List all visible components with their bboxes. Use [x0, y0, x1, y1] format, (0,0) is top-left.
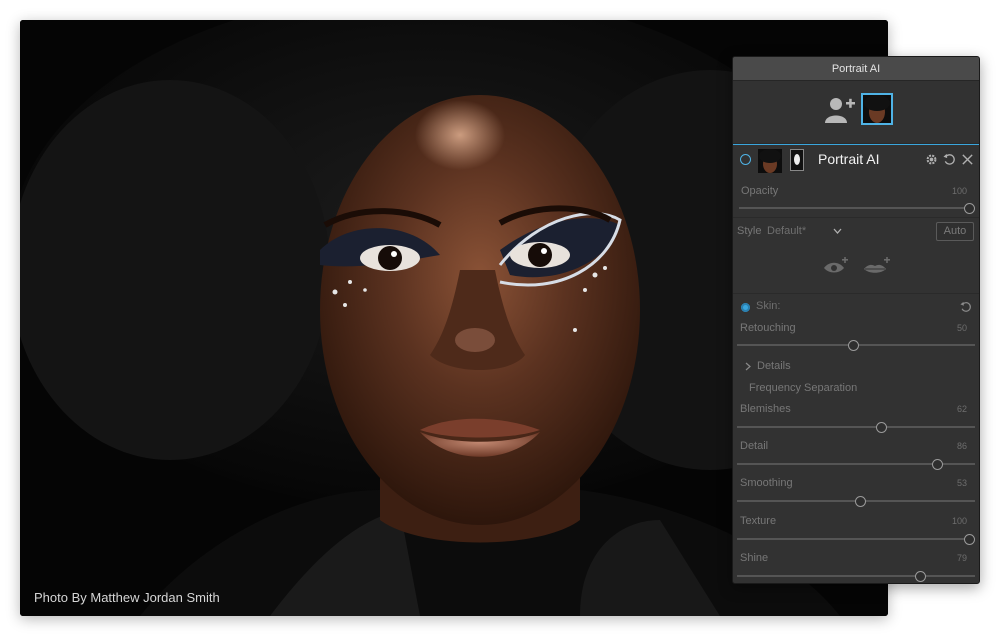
- close-icon[interactable]: [961, 153, 974, 166]
- blemishes-label: Blemishes: [740, 403, 791, 415]
- layer-title: Portrait AI: [818, 151, 880, 167]
- style-label: Style: [737, 225, 762, 237]
- texture-label: Texture: [740, 515, 777, 527]
- retouching-label: Retouching: [740, 322, 796, 334]
- opacity-slider-track[interactable]: [739, 207, 975, 209]
- auto-button[interactable]: Auto: [936, 222, 974, 241]
- panel-title[interactable]: Portrait AI: [733, 57, 979, 81]
- texture-slider-track[interactable]: [737, 538, 975, 540]
- skin-section-label: Skin:: [756, 300, 781, 312]
- frequency-separation-label[interactable]: Frequency Separation: [749, 382, 857, 394]
- portrait-ai-panel: Portrait AI Portrait AI Opacity 100 Styl…: [732, 56, 980, 584]
- detail-value: 86: [956, 441, 967, 451]
- layer-thumbnail[interactable]: [758, 149, 782, 173]
- detail-slider-knob[interactable]: [931, 459, 943, 470]
- face-thumbnail[interactable]: [861, 93, 893, 125]
- reset-icon[interactable]: [943, 153, 956, 166]
- add-person-icon[interactable]: [825, 97, 855, 123]
- smoothing-value: 53: [956, 478, 967, 488]
- retouching-slider-knob[interactable]: [848, 340, 859, 351]
- divider: [733, 293, 979, 294]
- style-select[interactable]: Default*: [767, 225, 806, 237]
- blemishes-slider-knob[interactable]: [875, 422, 887, 433]
- mask-thumbnail[interactable]: [790, 149, 804, 171]
- chevron-right-icon[interactable]: [745, 362, 751, 371]
- opacity-slider-knob[interactable]: [964, 203, 975, 214]
- eye-icon[interactable]: [823, 257, 849, 277]
- retouching-value: 50: [956, 323, 967, 333]
- photo-credit: Photo By Matthew Jordan Smith: [34, 590, 220, 605]
- opacity-value: 100: [951, 186, 967, 196]
- shine-slider-track[interactable]: [737, 575, 975, 577]
- settings-icon[interactable]: [925, 153, 938, 166]
- shine-value: 79: [956, 553, 967, 563]
- face-selector-row: [733, 81, 979, 144]
- divider: [733, 217, 979, 218]
- chevron-down-icon[interactable]: [833, 228, 842, 235]
- detail-label: Detail: [740, 440, 769, 452]
- shine-label: Shine: [740, 552, 769, 564]
- skin-section-toggle[interactable]: [741, 303, 750, 312]
- smoothing-label: Smoothing: [740, 477, 793, 489]
- details-toggle[interactable]: Details: [757, 360, 791, 372]
- blemishes-slider-track[interactable]: [737, 426, 975, 428]
- layer-header: Portrait AI: [733, 145, 979, 175]
- lips-icon[interactable]: [863, 257, 891, 277]
- shine-slider-knob[interactable]: [915, 571, 927, 582]
- smoothing-slider-knob[interactable]: [854, 496, 866, 507]
- layer-visibility-toggle[interactable]: [740, 154, 751, 165]
- texture-slider-knob[interactable]: [964, 534, 975, 545]
- reset-small-icon[interactable]: [960, 301, 972, 313]
- blemishes-value: 62: [956, 404, 967, 414]
- opacity-label: Opacity: [741, 185, 779, 197]
- texture-value: 100: [951, 516, 967, 526]
